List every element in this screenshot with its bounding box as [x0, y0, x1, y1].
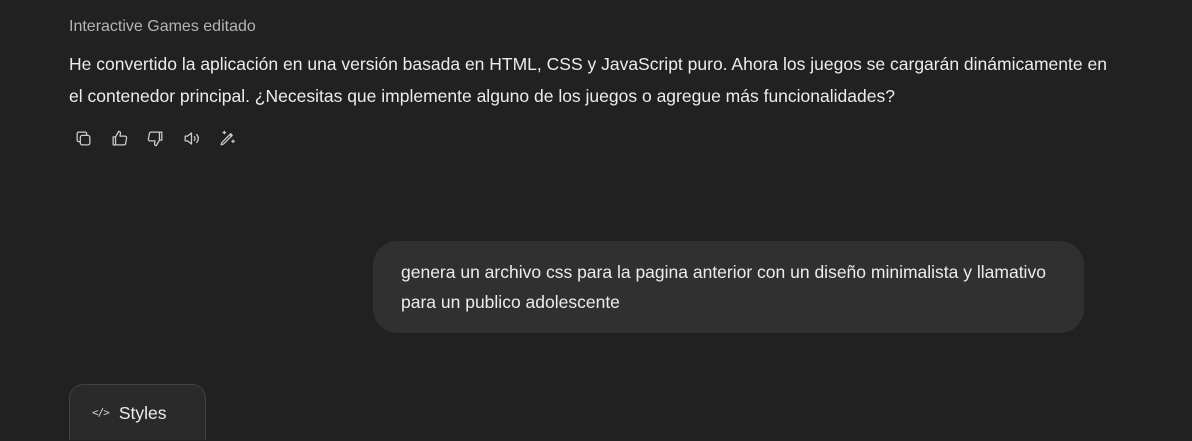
user-message-text: genera un archivo css para la pagina ant…	[401, 262, 1046, 312]
canvas-edit-label: Interactive Games editado	[69, 18, 256, 35]
code-icon: </>	[92, 406, 110, 419]
canvas-styles-button[interactable]: </> Styles	[69, 384, 206, 440]
assistant-message: Interactive Games editado He convertido …	[69, 16, 1119, 150]
thumbs-down-icon	[146, 129, 165, 148]
read-aloud-button[interactable]	[179, 126, 203, 150]
edit-canvas-icon	[218, 129, 237, 148]
thumbs-down-button[interactable]	[143, 126, 167, 150]
canvas-styles-label: Styles	[118, 403, 167, 423]
assistant-message-text: He convertido la aplicación en una versi…	[69, 54, 1107, 106]
thumbs-up-button[interactable]	[107, 126, 131, 150]
copy-button[interactable]	[71, 126, 95, 150]
read-aloud-icon	[182, 129, 201, 148]
thumbs-up-icon	[110, 129, 129, 148]
message-actions	[71, 126, 1119, 150]
user-message-bubble: genera un archivo css para la pagina ant…	[373, 241, 1084, 333]
edit-in-canvas-button[interactable]	[215, 126, 239, 150]
copy-icon	[74, 129, 93, 148]
